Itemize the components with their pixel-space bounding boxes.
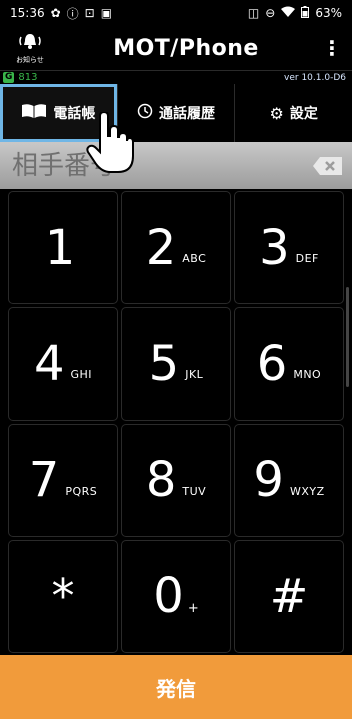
tab-call-history-label: 通話履歴 (159, 106, 215, 122)
tab-call-history[interactable]: 通話履歴 (118, 84, 236, 142)
key-digit: 5 (148, 335, 180, 392)
status-bar-left: 15:36 ✿ ⓘ ⊡ ▣ (10, 5, 112, 22)
tab-settings-label: 設定 (289, 106, 318, 122)
clock-icon (137, 103, 153, 123)
version-label: ver 10.1.0-D6 (284, 72, 346, 83)
app-title: MOT/Phone (113, 35, 259, 61)
battery-icon (301, 5, 310, 21)
key-digit: * (51, 569, 75, 624)
key-letters: + (187, 600, 199, 616)
key-9[interactable]: 9 WXYZ (234, 423, 344, 537)
key-letters: JKL (185, 368, 204, 382)
extension-badge-icon: G (3, 72, 15, 83)
key-digit: 4 (33, 335, 65, 392)
dial-keypad: 1 2 ABC 3 DEF 4 GHI 5 JKL 6 MNO 7 PQRS 8… (8, 191, 344, 653)
key-digit: 6 (256, 335, 288, 392)
extension-number: 813 (18, 72, 38, 83)
app-bar: お知らせ MOT/Phone ⋮ (0, 26, 352, 70)
tab-settings[interactable]: ⚙ 設定 (235, 84, 352, 142)
key-3[interactable]: 3 DEF (234, 191, 344, 305)
key-letters: ABC (182, 252, 207, 266)
key-letters: PQRS (65, 484, 98, 498)
bell-icon (19, 32, 41, 54)
key-1[interactable]: 1 (8, 191, 118, 305)
tab-bar: 電話帳 通話履歴 ⚙ 設定 (0, 84, 352, 142)
dial-number-input[interactable] (10, 149, 314, 182)
key-8[interactable]: 8 TUV (121, 423, 231, 537)
book-icon (21, 103, 47, 123)
key-6[interactable]: 6 MNO (234, 307, 344, 421)
sub-bar: G 813 ver 10.1.0-D6 (0, 70, 352, 84)
key-digit: 7 (28, 452, 60, 509)
key-0[interactable]: 0 + (121, 539, 231, 653)
key-digit: 1 (44, 219, 76, 276)
battery-percent: 63% (315, 6, 342, 20)
vibrate-icon: ◫ (247, 6, 260, 20)
overflow-menu-icon[interactable]: ⋮ (322, 36, 342, 60)
image-icon: ▣ (100, 6, 113, 20)
dnd-icon: ⊖ (265, 6, 276, 20)
call-button[interactable]: 発信 (0, 655, 352, 719)
key-digit: 9 (253, 452, 284, 509)
key-letters: GHI (70, 368, 93, 382)
key-7[interactable]: 7 PQRS (8, 423, 118, 537)
info-icon: ⓘ (66, 6, 79, 21)
gear-icon: ⚙ (269, 103, 284, 123)
status-time: 15:36 (10, 6, 45, 20)
key-letters: WXYZ (289, 484, 325, 498)
key-digit: 2 (145, 219, 177, 276)
dial-input-bar (0, 142, 352, 189)
extension-info: G 813 (3, 72, 37, 83)
key-letters: TUV (182, 484, 207, 498)
key-letters: MNO (293, 368, 322, 382)
notice-label: お知らせ (16, 55, 44, 64)
key-5[interactable]: 5 JKL (121, 307, 231, 421)
status-bar: 15:36 ✿ ⓘ ⊡ ▣ ◫ ⊖ 63% (0, 0, 352, 26)
key-letters: DEF (295, 252, 319, 266)
tune-icon: ⊡ (84, 6, 95, 20)
key-4[interactable]: 4 GHI (8, 307, 118, 421)
notice-button[interactable]: お知らせ (10, 32, 50, 65)
key-hash[interactable]: # (234, 539, 344, 653)
key-star[interactable]: * (8, 539, 118, 653)
wifi-icon (281, 6, 296, 21)
key-digit: 8 (145, 452, 177, 509)
key-2[interactable]: 2 ABC (121, 191, 231, 305)
status-bar-right: ◫ ⊖ 63% (247, 5, 342, 21)
backspace-icon[interactable] (312, 156, 343, 176)
call-button-label: 発信 (156, 676, 196, 701)
hand-pointer-icon (86, 112, 134, 173)
key-digit: 0 (153, 568, 184, 625)
key-digit: # (269, 569, 309, 624)
key-digit: 3 (259, 219, 290, 276)
gear-icon: ✿ (50, 6, 61, 20)
scrollbar[interactable] (346, 287, 349, 387)
